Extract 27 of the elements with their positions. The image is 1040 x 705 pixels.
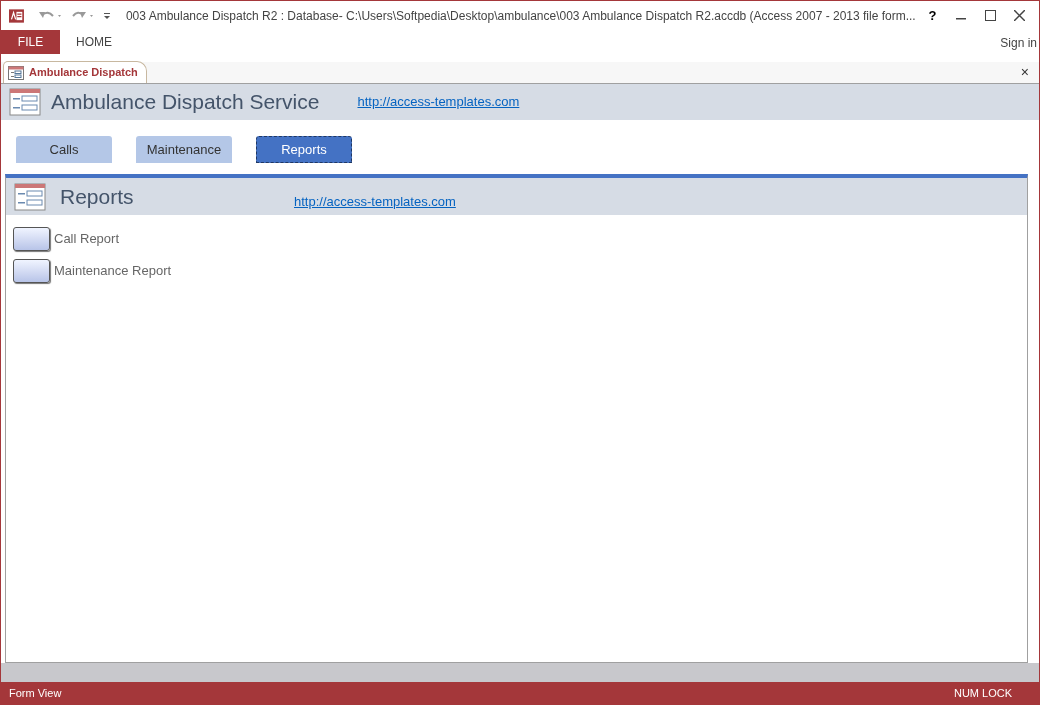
website-link[interactable]: http://access-templates.com	[294, 191, 456, 212]
website-link[interactable]: http://access-templates.com	[357, 92, 520, 112]
nav-tab[interactable]: Reports	[256, 136, 352, 163]
form-icon	[14, 182, 46, 211]
maximize-icon[interactable]	[984, 10, 996, 21]
close-tab-button[interactable]: ×	[1010, 62, 1039, 83]
num-lock-indicator: NUM LOCK	[953, 686, 1012, 702]
report-button[interactable]	[13, 259, 50, 283]
access-logo-icon	[9, 6, 24, 25]
view-status: Form View	[9, 686, 62, 702]
ribbon-tab[interactable]: HOME	[60, 30, 128, 54]
help-button[interactable]: ?	[921, 5, 944, 26]
close-icon[interactable]	[1013, 10, 1025, 21]
form-title: Ambulance Dispatch Service	[51, 89, 320, 116]
report-label: Call Report	[54, 230, 120, 249]
document-tab[interactable]: Ambulance Dispatch	[3, 61, 147, 83]
form-icon	[9, 88, 41, 116]
window-title: 003 Ambulance Dispatch R2 : Database- C:\Users\Softpedia\Desktop\ambulance\003 Ambulance Dispatch R2.accdb (Access 2007 - 2013 file form...	[125, 7, 916, 25]
form-icon	[8, 65, 24, 80]
sign-in-link[interactable]: Sign in	[1000, 30, 1039, 54]
customize-toolbar-button[interactable]	[101, 10, 112, 21]
report-label: Maintenance Report	[54, 262, 172, 281]
subform-title: Reports	[60, 183, 135, 210]
nav-tab[interactable]: Maintenance	[136, 136, 232, 163]
file-menu-button[interactable]: FILE	[1, 30, 60, 54]
report-button[interactable]	[13, 227, 50, 251]
nav-tab[interactable]: Calls	[16, 136, 112, 163]
